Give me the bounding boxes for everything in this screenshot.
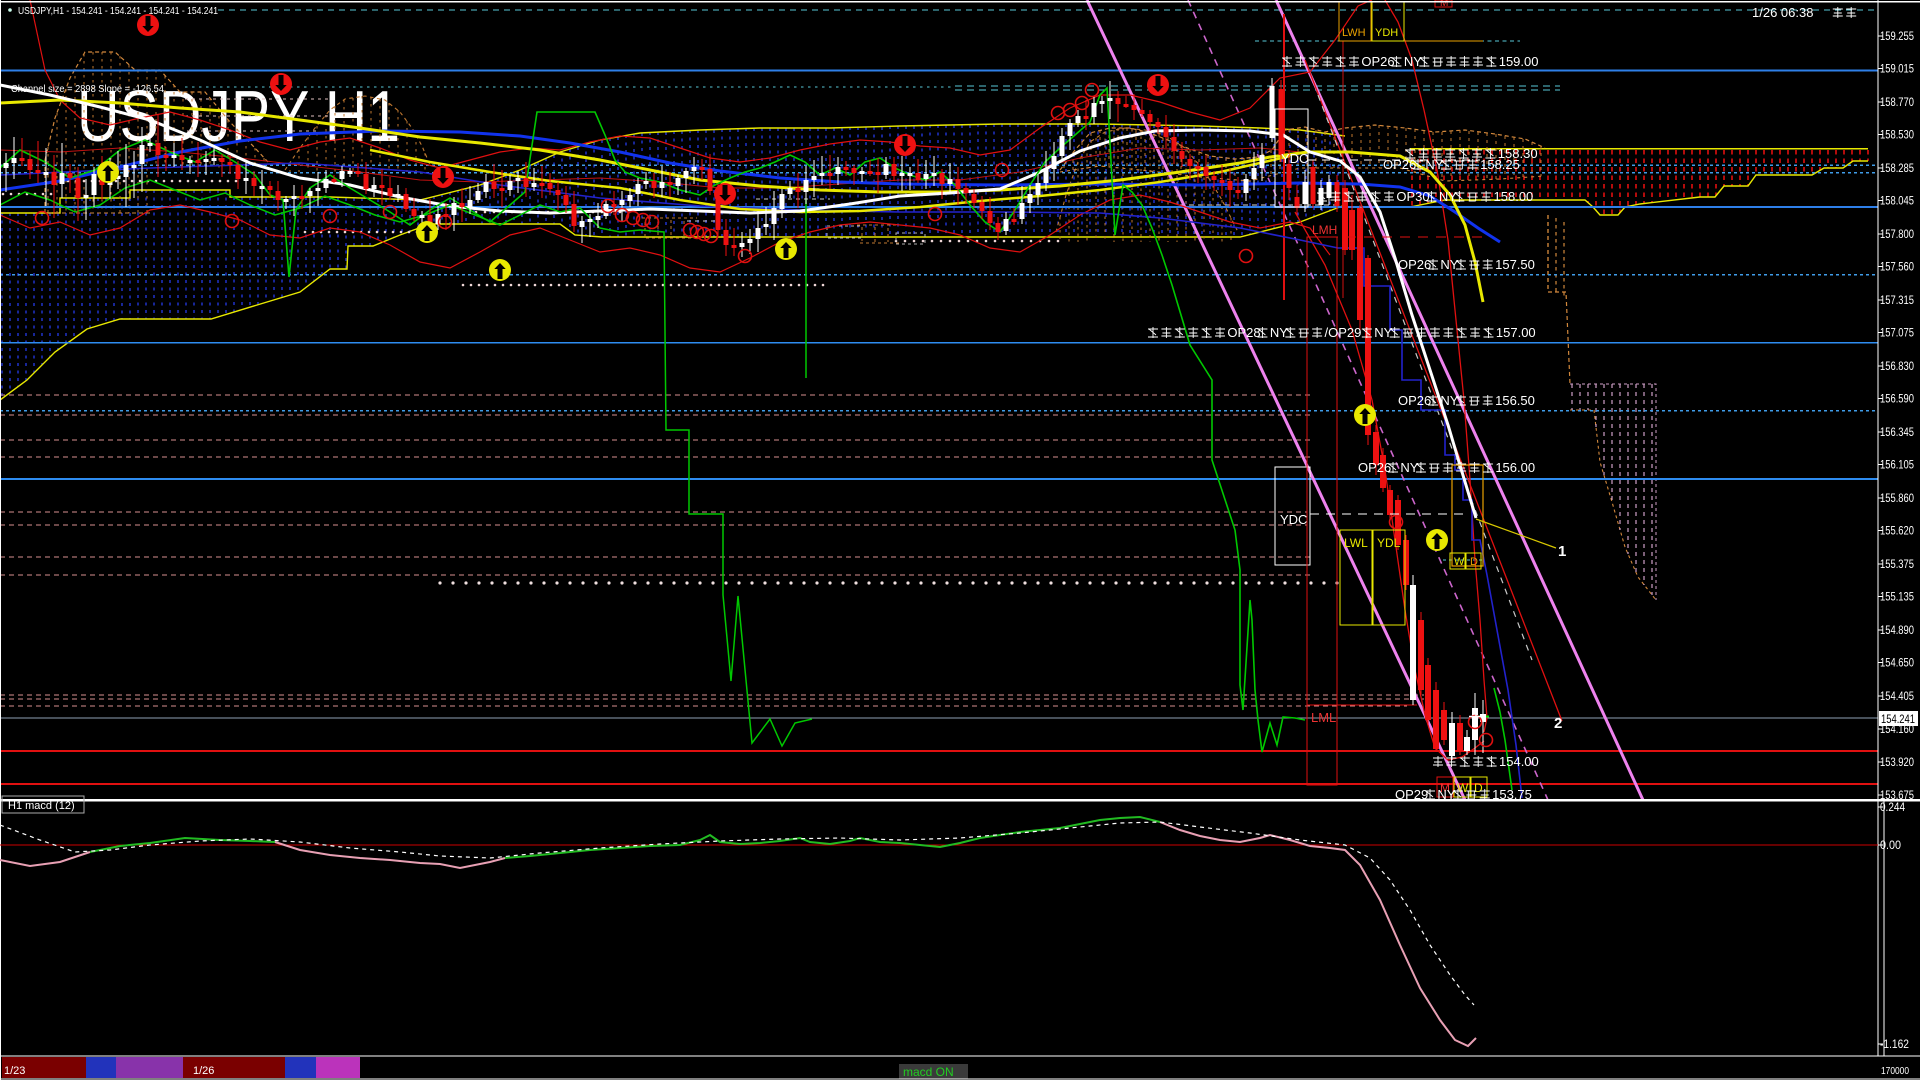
svg-text:USDJPY,H1 - 154.241 - 154.241: USDJPY,H1 - 154.241 - 154.241 - 154.241 … (18, 5, 218, 17)
svg-text:NY: NY (1425, 157, 1443, 172)
svg-text:OP26: OP26 (1383, 157, 1416, 172)
svg-text:154.241: 154.241 (1881, 714, 1915, 726)
svg-text:YDL: YDL (1377, 536, 1401, 550)
svg-text:154.00: 154.00 (1499, 754, 1539, 769)
svg-text:154.890: 154.890 (1880, 625, 1914, 637)
svg-text:NY: NY (1440, 393, 1458, 408)
svg-text:156.830: 156.830 (1880, 361, 1914, 373)
svg-text:154.650: 154.650 (1880, 658, 1914, 670)
svg-text:158.25: 158.25 (1480, 157, 1520, 172)
svg-text:157.075: 157.075 (1880, 328, 1914, 340)
svg-text:170000: 170000 (1881, 1065, 1909, 1077)
svg-text:macd ON: macd ON (903, 1065, 954, 1079)
svg-text:157.560: 157.560 (1880, 262, 1914, 274)
svg-text:153.675: 153.675 (1880, 790, 1914, 802)
svg-text:YDH: YDH (1375, 27, 1398, 39)
svg-text:D: D (1474, 781, 1483, 795)
svg-text:156.00: 156.00 (1495, 460, 1535, 475)
svg-text:158.530: 158.530 (1880, 130, 1914, 142)
svg-text:/OP29: /OP29 (1325, 325, 1362, 340)
svg-text:156.590: 156.590 (1880, 394, 1914, 406)
svg-text:0.244: 0.244 (1880, 802, 1906, 814)
svg-text:157.00: 157.00 (1496, 325, 1536, 340)
svg-text:153.920: 153.920 (1880, 757, 1914, 769)
svg-text:LML: LML (1311, 710, 1336, 725)
svg-text:156.345: 156.345 (1880, 427, 1914, 439)
svg-text:155.860: 155.860 (1880, 493, 1914, 505)
svg-text:1: 1 (1558, 543, 1566, 560)
svg-text:H1 macd (12): H1 macd (12) (8, 800, 75, 812)
svg-text:YDO: YDO (1281, 151, 1309, 166)
svg-text:OP26: OP26 (1361, 54, 1394, 69)
svg-text:154.405: 154.405 (1880, 691, 1914, 703)
svg-text:158.770: 158.770 (1880, 97, 1914, 109)
svg-text:NY: NY (1270, 325, 1288, 340)
svg-text:0.00: 0.00 (1880, 840, 1901, 852)
svg-text:155.135: 155.135 (1880, 592, 1914, 604)
svg-text:155.375: 155.375 (1880, 559, 1914, 571)
svg-text:1/26: 1/26 (193, 1065, 214, 1077)
svg-text:OP28: OP28 (1227, 325, 1260, 340)
svg-text:OP26: OP26 (1398, 393, 1431, 408)
svg-text:OP26: OP26 (1398, 257, 1431, 272)
svg-text:NY: NY (1374, 325, 1392, 340)
svg-text:-1.162: -1.162 (1880, 1039, 1909, 1051)
svg-text:W: W (1457, 781, 1469, 795)
svg-text:NY: NY (1440, 257, 1458, 272)
svg-text:OP26: OP26 (1358, 460, 1391, 475)
svg-text:157.800: 157.800 (1880, 229, 1914, 241)
svg-text:155.620: 155.620 (1880, 526, 1914, 538)
svg-text:YDC: YDC (1280, 512, 1307, 527)
svg-text:159.015: 159.015 (1880, 64, 1914, 76)
svg-text:157.50: 157.50 (1495, 257, 1535, 272)
svg-text:159.00: 159.00 (1499, 54, 1539, 69)
svg-text:1/26 06:38: 1/26 06:38 (1752, 5, 1813, 20)
svg-text:NY: NY (1439, 189, 1457, 204)
svg-text:158.285: 158.285 (1880, 163, 1914, 175)
svg-text:LWH: LWH (1342, 27, 1366, 39)
svg-text:156.105: 156.105 (1880, 460, 1914, 472)
svg-text:156.50: 156.50 (1495, 393, 1535, 408)
svg-text:LMH: LMH (1312, 223, 1337, 237)
svg-text:159.255: 159.255 (1880, 31, 1914, 43)
svg-text:W: W (1454, 556, 1465, 568)
svg-text:NY: NY (1400, 460, 1418, 475)
svg-text:NY: NY (1404, 54, 1422, 69)
svg-text:OP30: OP30 (1396, 189, 1429, 204)
svg-text:2: 2 (1554, 715, 1562, 732)
svg-text:158.045: 158.045 (1880, 196, 1914, 208)
svg-text:LWL: LWL (1344, 536, 1368, 550)
svg-text:1/23: 1/23 (4, 1065, 25, 1077)
svg-text:Channel size = 2898 Slope = -1: Channel size = 2898 Slope = -126.54 (11, 83, 164, 95)
svg-text:157.315: 157.315 (1880, 295, 1914, 307)
svg-text:158.00: 158.00 (1494, 189, 1534, 204)
svg-text:D: D (1470, 556, 1478, 568)
